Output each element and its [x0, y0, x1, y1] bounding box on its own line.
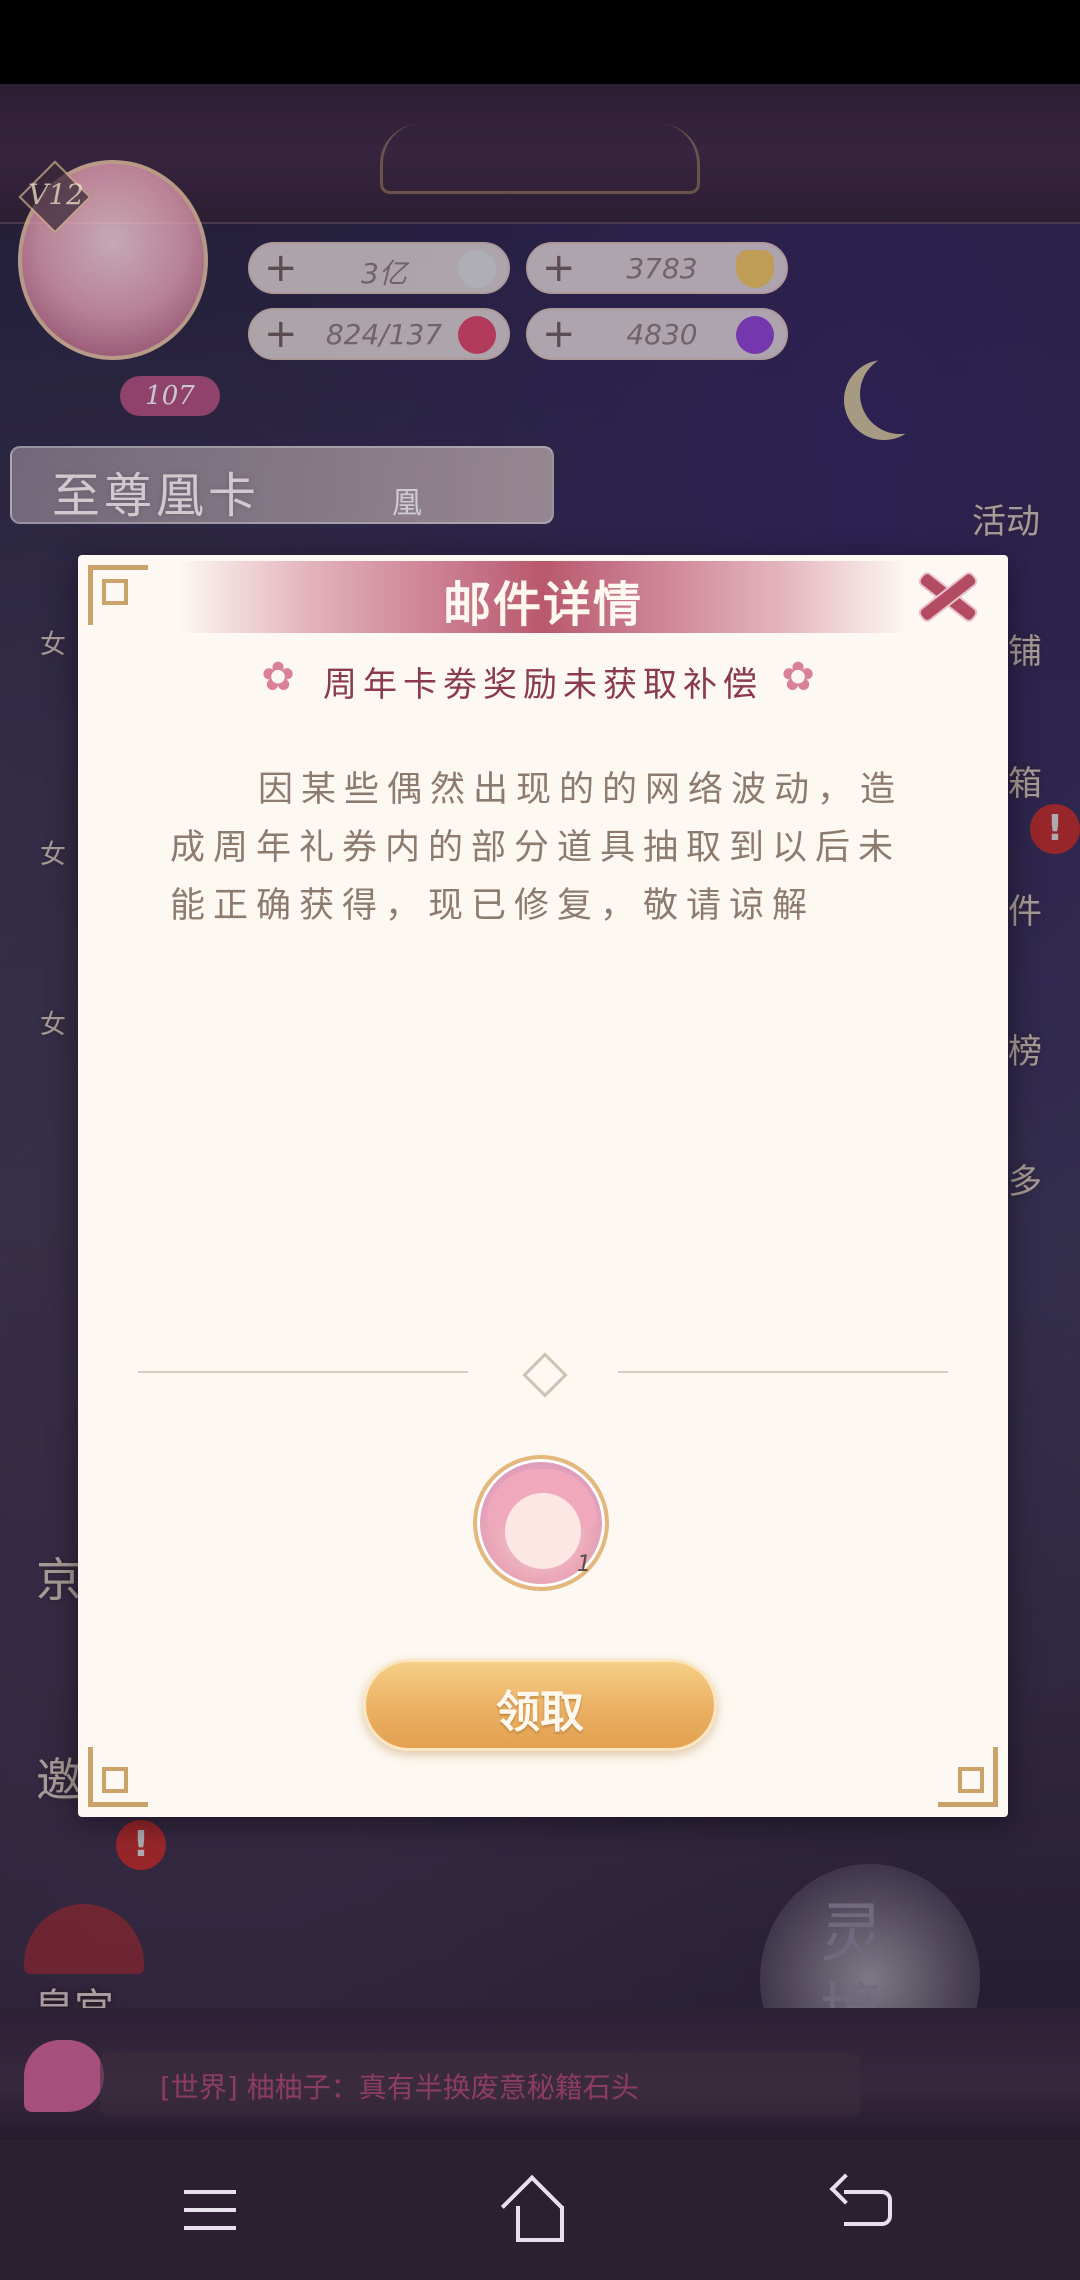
character-face	[505, 1493, 581, 1569]
reward-count: 1	[577, 1552, 591, 1577]
resource-value: 3亿	[361, 257, 407, 290]
chat-message: [世界] 柚柚子：真有半换废意秘籍石头	[160, 2071, 639, 2104]
mail-subject-row: ✿ 周年卡劵奖励未获取补偿 ✿	[78, 651, 1008, 711]
menu-icon	[184, 2208, 236, 2212]
corner-ornament-inner	[102, 1767, 128, 1793]
resource-silver[interactable]: + 3亿	[248, 242, 510, 294]
plus-icon[interactable]: +	[542, 248, 578, 288]
resource-gems[interactable]: + 4830	[526, 308, 788, 360]
plus-icon[interactable]: +	[264, 314, 300, 354]
mail-detail-dialog: 邮件详情 ✿ 周年卡劵奖励未获取补偿 ✿ 因某些偶然出现的的网络波动，造成周年礼…	[78, 555, 1008, 1817]
plus-icon[interactable]: +	[542, 314, 578, 354]
flower-icon: ✿	[781, 654, 815, 700]
home-icon-body	[516, 2206, 564, 2242]
claim-button-label: 领取	[496, 1687, 584, 1738]
resource-value: 4830	[626, 318, 698, 351]
supreme-card-label: 至尊凰卡	[52, 468, 261, 524]
status-bar	[0, 0, 1080, 84]
close-button[interactable]	[910, 559, 980, 629]
corner-ornament	[88, 1733, 162, 1807]
knot-icon	[513, 1353, 573, 1393]
dialog-title: 邮件详情	[442, 577, 643, 633]
world-chat-bar[interactable]: [世界] 柚柚子：真有半换废意秘籍石头	[100, 2052, 860, 2116]
resource-gold[interactable]: + 3783	[526, 242, 788, 294]
resource-value: 3783	[626, 252, 698, 285]
corner-ornament	[924, 1733, 998, 1807]
plus-icon[interactable]: +	[264, 248, 300, 288]
heart-icon	[458, 316, 496, 354]
divider-line	[138, 1371, 468, 1373]
supreme-card-banner[interactable]: 至尊凰卡 凰	[10, 446, 554, 524]
menu-icon	[184, 2190, 236, 2194]
back-button[interactable]	[829, 2170, 910, 2250]
supreme-card-badge: 凰	[392, 486, 422, 521]
menu-button[interactable]	[172, 2170, 252, 2250]
mail-subject: 周年卡劵奖励未获取补偿	[323, 665, 763, 705]
player-level: 107	[120, 376, 220, 416]
menu-icon	[184, 2226, 236, 2230]
vip-level: V12	[28, 178, 84, 211]
resource-hearts[interactable]: + 824/137	[248, 308, 510, 360]
claim-button[interactable]: 领取	[363, 1659, 717, 1751]
reward-item[interactable]: 1	[473, 1455, 609, 1591]
divider-line	[618, 1371, 948, 1373]
mail-body: 因某些偶然出现的的网络波动，造成周年礼券内的部分道具抽取到以后未能正确获得，现已…	[170, 770, 904, 926]
ornament-divider	[138, 1353, 948, 1393]
resource-value: 824/137	[325, 318, 443, 351]
chat-icon[interactable]	[24, 2040, 104, 2112]
home-button[interactable]	[500, 2170, 580, 2250]
gold-ingot-icon	[736, 250, 774, 288]
purple-gem-icon	[736, 316, 774, 354]
corner-ornament-inner	[958, 1767, 984, 1793]
system-navigation-bar	[0, 2140, 1080, 2280]
silver-coin-icon	[458, 250, 496, 288]
